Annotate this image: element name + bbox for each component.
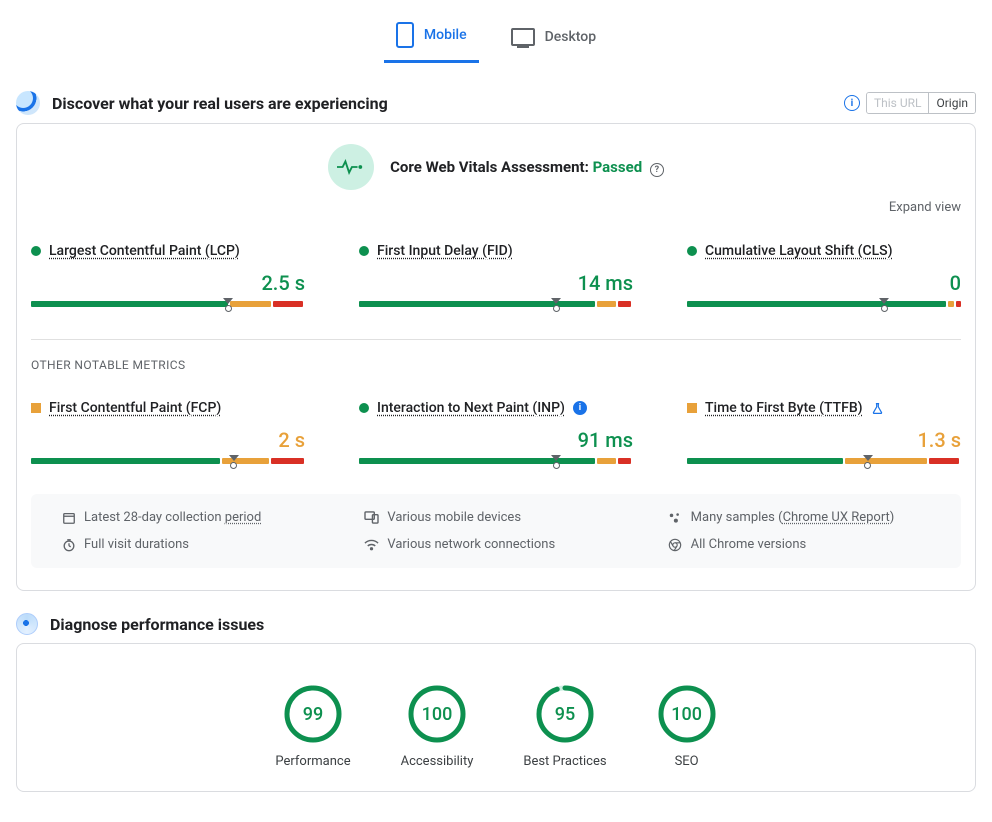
gauge-badge-icon: [16, 613, 38, 635]
meta-samples-link[interactable]: Chrome UX Report: [783, 510, 890, 525]
right-controls: i This URL Origin: [844, 92, 976, 114]
fid-label[interactable]: First Input Delay (FID): [377, 243, 513, 259]
status-dot-good-icon: [359, 246, 369, 256]
metric-fid: First Input Delay (FID) 14 ms: [359, 243, 633, 307]
pulse-icon: [328, 144, 374, 190]
flask-experimental-icon[interactable]: [871, 402, 884, 415]
users-globe-icon: [16, 91, 40, 115]
meta-samples: Many samples (Chrome UX Report): [668, 510, 931, 525]
gauge-performance-label: Performance: [275, 754, 350, 769]
fcp-label[interactable]: First Contentful Paint (FCP): [49, 400, 221, 416]
gauge-seo[interactable]: 100 SEO: [657, 684, 717, 769]
inp-info-icon[interactable]: i: [573, 401, 587, 415]
primary-metrics: Largest Contentful Paint (LCP) 2.5 s Fir…: [31, 243, 961, 307]
assessment-label-text: Core Web Vitals Assessment:: [390, 158, 589, 176]
inp-value: 91 ms: [359, 428, 633, 452]
devices-icon: [364, 510, 379, 525]
tab-desktop[interactable]: Desktop: [499, 14, 608, 63]
other-metrics-label: OTHER NOTABLE METRICS: [31, 358, 961, 372]
ttfb-bar: [687, 458, 961, 464]
wifi-icon: [364, 537, 379, 552]
metric-lcp: Largest Contentful Paint (LCP) 2.5 s: [31, 243, 305, 307]
fcp-value: 2 s: [31, 428, 305, 452]
chrome-icon: [668, 537, 683, 552]
scope-this-url[interactable]: This URL: [867, 93, 929, 113]
fid-value: 14 ms: [359, 271, 633, 295]
metric-cls: Cumulative Layout Shift (CLS) 0: [687, 243, 961, 307]
gauge-best-practices-score: 95: [535, 684, 595, 744]
cls-label[interactable]: Cumulative Layout Shift (CLS): [705, 243, 893, 259]
scope-origin[interactable]: Origin: [928, 93, 975, 113]
diagnose-section-header: Diagnose performance issues: [16, 613, 976, 635]
status-dot-good-icon: [687, 246, 697, 256]
meta-period: Latest 28-day collection period: [61, 510, 324, 525]
ttfb-label[interactable]: Time to First Byte (TTFB): [705, 400, 863, 416]
clock-icon: [61, 537, 76, 552]
meta-box: Latest 28-day collection period Various …: [31, 494, 961, 568]
tab-mobile-label: Mobile: [424, 27, 467, 43]
metric-ttfb: Time to First Byte (TTFB) 1.3 s: [687, 400, 961, 464]
status-dot-good-icon: [359, 403, 369, 413]
diagnose-title: Diagnose performance issues: [50, 615, 976, 634]
gauge-accessibility[interactable]: 100 Accessibility: [401, 684, 474, 769]
device-tabs: Mobile Desktop: [16, 0, 976, 77]
lcp-value: 2.5 s: [31, 271, 305, 295]
secondary-metrics: First Contentful Paint (FCP) 2 s Interac…: [31, 400, 961, 464]
meta-period-link[interactable]: period: [225, 510, 262, 525]
fcp-bar: [31, 458, 305, 464]
meta-versions: All Chrome versions: [668, 537, 931, 552]
inp-label[interactable]: Interaction to Next Paint (INP): [377, 400, 565, 416]
gauge-seo-score: 100: [657, 684, 717, 744]
gauge-row: 99 Performance 100 Accessibility 95 Best…: [31, 684, 961, 769]
assessment-label: Core Web Vitals Assessment: Passed ?: [390, 158, 664, 177]
mobile-icon: [396, 22, 414, 48]
info-icon[interactable]: i: [844, 95, 860, 111]
gauge-seo-label: SEO: [657, 754, 717, 769]
meta-durations: Full visit durations: [61, 537, 324, 552]
samples-icon: [668, 510, 683, 525]
help-icon[interactable]: ?: [650, 163, 664, 177]
diagnose-card: 99 Performance 100 Accessibility 95 Best…: [16, 643, 976, 792]
assessment-row: Core Web Vitals Assessment: Passed ?: [31, 144, 961, 190]
status-dot-warn-icon: [687, 403, 697, 413]
lcp-label[interactable]: Largest Contentful Paint (LCP): [49, 243, 240, 259]
inp-bar: [359, 458, 633, 464]
gauge-accessibility-score: 100: [407, 684, 467, 744]
meta-network: Various network connections: [364, 537, 627, 552]
cls-bar: [687, 301, 961, 307]
metric-fcp: First Contentful Paint (FCP) 2 s: [31, 400, 305, 464]
status-dot-warn-icon: [31, 403, 41, 413]
status-dot-good-icon: [31, 246, 41, 256]
gauge-accessibility-label: Accessibility: [401, 754, 474, 769]
metric-inp: Interaction to Next Paint (INP) i 91 ms: [359, 400, 633, 464]
ttfb-value: 1.3 s: [687, 428, 961, 452]
expand-view-link[interactable]: Expand view: [31, 200, 961, 215]
tab-desktop-label: Desktop: [545, 29, 596, 45]
meta-devices: Various mobile devices: [364, 510, 627, 525]
fid-bar: [359, 301, 633, 307]
gauge-performance-score: 99: [283, 684, 343, 744]
calendar-icon: [61, 510, 76, 525]
tab-mobile[interactable]: Mobile: [384, 14, 479, 63]
discover-title: Discover what your real users are experi…: [52, 94, 832, 113]
scope-toggle: This URL Origin: [866, 92, 976, 114]
gauge-performance[interactable]: 99 Performance: [275, 684, 350, 769]
assessment-status: Passed: [593, 158, 643, 176]
cls-value: 0: [687, 271, 961, 295]
gauge-best-practices[interactable]: 95 Best Practices: [523, 684, 606, 769]
discover-section-header: Discover what your real users are experi…: [16, 91, 976, 115]
desktop-icon: [511, 28, 535, 46]
gauge-best-practices-label: Best Practices: [523, 754, 606, 769]
lcp-bar: [31, 301, 305, 307]
divider: [31, 339, 961, 340]
vitals-card: Core Web Vitals Assessment: Passed ? Exp…: [16, 123, 976, 591]
